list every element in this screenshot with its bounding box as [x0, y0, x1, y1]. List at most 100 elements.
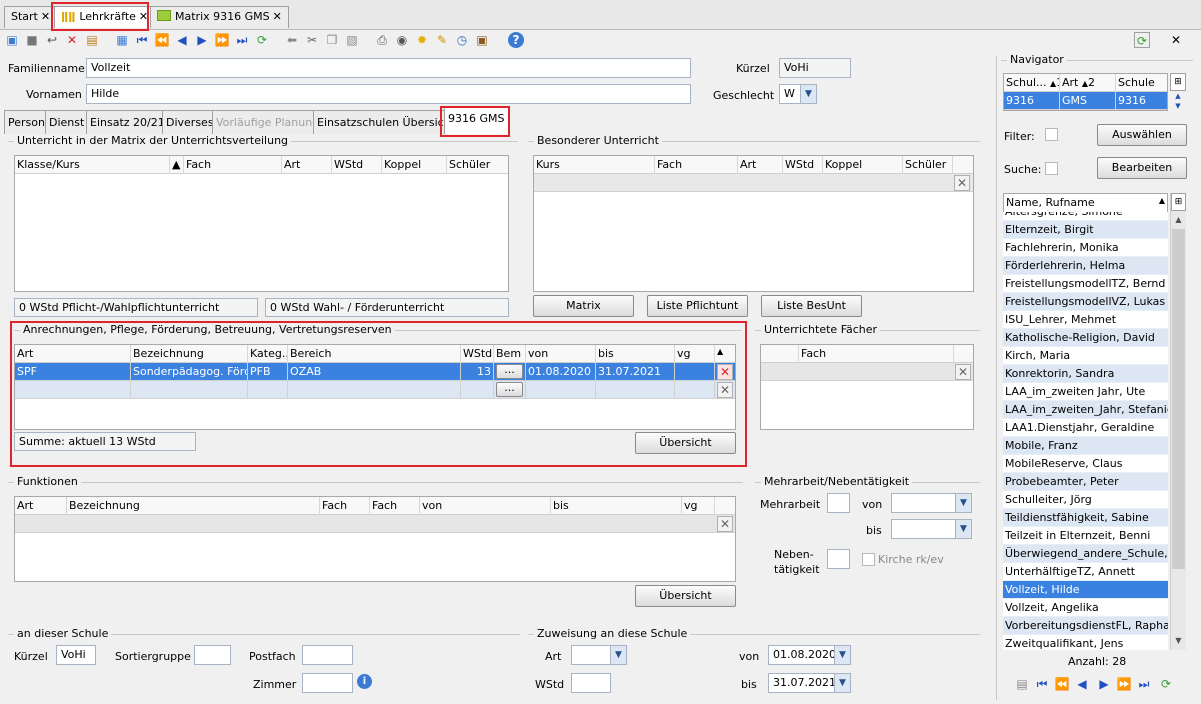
prev-icon[interactable]: ◀ — [1074, 676, 1090, 692]
chevron-down-icon[interactable]: ▼ — [834, 674, 850, 692]
prev-page-icon[interactable]: ⏪ — [154, 32, 170, 48]
edit-icon[interactable]: ▤ — [84, 32, 100, 48]
list-item[interactable]: FreistellungsmodellVZ, Lukas — [1003, 293, 1168, 311]
save-icon[interactable]: ■ — [24, 32, 40, 48]
chevron-down-icon[interactable]: ▼ — [610, 646, 626, 664]
preview-icon[interactable]: ◉ — [394, 32, 410, 48]
mehrarbeit-bis-select[interactable]: ▼ — [891, 519, 972, 539]
zuweisung-art-select[interactable]: ▼ — [571, 645, 627, 665]
paste-icon[interactable]: ▧ — [344, 32, 360, 48]
familienname-field[interactable]: Vollzeit — [86, 58, 691, 78]
timer-icon[interactable]: ◷ — [454, 32, 470, 48]
matrix-button[interactable]: Matrix — [533, 295, 634, 317]
close-icon[interactable]: ✕ — [139, 10, 148, 23]
delete-row-icon[interactable]: ✕ — [717, 364, 733, 380]
kirche-checkbox[interactable] — [862, 553, 875, 566]
tab-start[interactable]: Start ✕ — [4, 6, 58, 28]
zuweisung-wstd-field[interactable] — [571, 673, 611, 693]
bem-button[interactable]: ... — [496, 364, 523, 379]
list-item[interactable]: Elternzeit, Birgit — [1003, 221, 1168, 239]
delete-row-icon[interactable]: ✕ — [955, 364, 971, 380]
tab-vorlaeufige-planung[interactable]: Vorläufige Planung — [212, 110, 324, 134]
scroll-down-icon[interactable]: ▼ — [1171, 634, 1186, 648]
list-item[interactable]: UnterhälftigeTZ, Annett — [1003, 563, 1168, 581]
chevron-down-icon[interactable]: ▼ — [955, 520, 971, 538]
cut-icon[interactable]: ✂ — [304, 32, 320, 48]
next-icon[interactable]: ▶ — [1096, 676, 1112, 692]
table-row[interactable]: 9316 GMS 9316 — [1004, 92, 1167, 110]
tab-dienst[interactable]: Dienst — [45, 110, 89, 134]
sort-asc-icon[interactable]: ▲ — [170, 156, 184, 174]
undo-icon[interactable]: ↩ — [44, 32, 60, 48]
teacher-list[interactable]: Altersgrenze, SimoneElternzeit, BirgitFa… — [1003, 212, 1168, 650]
mehrarbeit-von-select[interactable]: ▼ — [891, 493, 972, 513]
new-icon[interactable]: ▣ — [4, 32, 20, 48]
list-item[interactable]: Förderlehrerin, Helma — [1003, 257, 1168, 275]
list-item[interactable]: Kirch, Maria — [1003, 347, 1168, 365]
next-icon[interactable]: ▶ — [194, 32, 210, 48]
last-icon[interactable]: ⏭ — [234, 32, 250, 48]
postfach-field[interactable] — [302, 645, 353, 665]
close-window-button[interactable]: ✕ — [1168, 32, 1184, 48]
schule-kuerzel-field[interactable]: VoHi — [56, 645, 96, 665]
vornamen-field[interactable]: Hilde — [86, 84, 691, 104]
tab-lehrkraefte[interactable]: ǁǁ Lehrkräfte ✕ — [54, 6, 156, 28]
list-item[interactable]: Vollzeit, Hilde — [1003, 581, 1168, 599]
sync-icon[interactable]: ⟳ — [1134, 32, 1150, 48]
next-page-icon[interactable]: ⏩ — [1116, 676, 1132, 692]
bearbeiten-button[interactable]: Bearbeiten — [1097, 157, 1187, 179]
table-settings-icon[interactable]: ⊞ — [1171, 193, 1186, 211]
person-card-icon[interactable]: ▣ — [474, 32, 490, 48]
chevron-down-icon[interactable]: ▼ — [834, 646, 850, 664]
list-item[interactable]: Konrektorin, Sandra — [1003, 365, 1168, 383]
list-item[interactable]: FreistellungsmodellTZ, Bernd — [1003, 275, 1168, 293]
list-item[interactable]: Teildienstfähigkeit, Sabine — [1003, 509, 1168, 527]
sortiergruppe-field[interactable] — [194, 645, 231, 665]
suche-checkbox[interactable] — [1045, 162, 1058, 175]
chevron-down-icon[interactable]: ▼ — [955, 494, 971, 512]
table-row[interactable]: SPF Sonderpädagog. Förde... PFB OZAB 13 … — [15, 363, 735, 381]
bem-button[interactable]: ... — [496, 382, 523, 397]
copy-icon[interactable]: ❐ — [324, 32, 340, 48]
list-item[interactable]: Mobile, Franz — [1003, 437, 1168, 455]
auswaehlen-button[interactable]: Auswählen — [1097, 124, 1187, 146]
close-icon[interactable]: ✕ — [41, 10, 50, 23]
scroll-thumb[interactable] — [1172, 229, 1185, 569]
list-item[interactable]: MobileReserve, Claus — [1003, 455, 1168, 473]
mehrarbeit-field[interactable] — [827, 493, 850, 513]
tab-9316-gms[interactable]: 9316 GMS — [444, 106, 509, 134]
prev-page-icon[interactable]: ⏪ — [1054, 676, 1070, 692]
uebersicht-anrechnungen-button[interactable]: Übersicht — [635, 432, 736, 454]
prev-icon[interactable]: ◀ — [174, 32, 190, 48]
list-item[interactable]: LAA_im_zweiten_Jahr, Stefanie — [1003, 401, 1168, 419]
back-icon[interactable]: ⬅ — [284, 32, 300, 48]
list-icon[interactable]: ▦ — [114, 32, 130, 48]
liste-besunt-button[interactable]: Liste BesUnt — [761, 295, 862, 317]
close-icon[interactable]: ✕ — [273, 10, 282, 23]
list-item[interactable]: VorbereitungsdienstFL, Raphaela — [1003, 617, 1168, 635]
nebentaetigkeit-field[interactable] — [827, 549, 850, 569]
list-icon[interactable]: ▤ — [1014, 676, 1030, 692]
tab-diverses[interactable]: Diverses — [162, 110, 218, 134]
info-icon[interactable]: i — [357, 674, 372, 689]
list-item[interactable]: Altersgrenze, Simone — [1003, 212, 1168, 221]
liste-pflichtunt-button[interactable]: Liste Pflichtunt — [647, 295, 748, 317]
table-settings-icon[interactable]: ⊞ — [1170, 73, 1186, 91]
zuweisung-von-select[interactable]: 01.08.2020 ▼ — [768, 645, 851, 665]
list-item[interactable]: Vollzeit, Angelika — [1003, 599, 1168, 617]
first-icon[interactable]: ⏮ — [1034, 676, 1050, 692]
tab-matrix[interactable]: Matrix 9316 GMS ✕ — [150, 6, 289, 28]
teacher-list-scrollbar[interactable]: ⊞ ▲ ▼ — [1170, 193, 1186, 650]
scroll-up-icon[interactable]: ▲ — [1171, 213, 1186, 227]
geschlecht-select[interactable]: W ▼ — [779, 84, 817, 104]
delete-icon[interactable]: ✕ — [64, 32, 80, 48]
scroll-down-icon[interactable]: ▼ — [1170, 101, 1186, 111]
list-item[interactable]: Überwiegend_andere_Schule, Ju... — [1003, 545, 1168, 563]
scroll-up-icon[interactable]: ▲ — [1170, 91, 1186, 101]
refresh-icon[interactable]: ⟳ — [254, 32, 270, 48]
list-item[interactable]: ISU_Lehrer, Mehmet — [1003, 311, 1168, 329]
list-item[interactable]: Zweitqualifikant, Jens — [1003, 635, 1168, 650]
table-row[interactable] — [761, 363, 973, 381]
last-icon[interactable]: ⏭ — [1136, 676, 1152, 692]
refresh-icon[interactable]: ⟳ — [1158, 676, 1174, 692]
